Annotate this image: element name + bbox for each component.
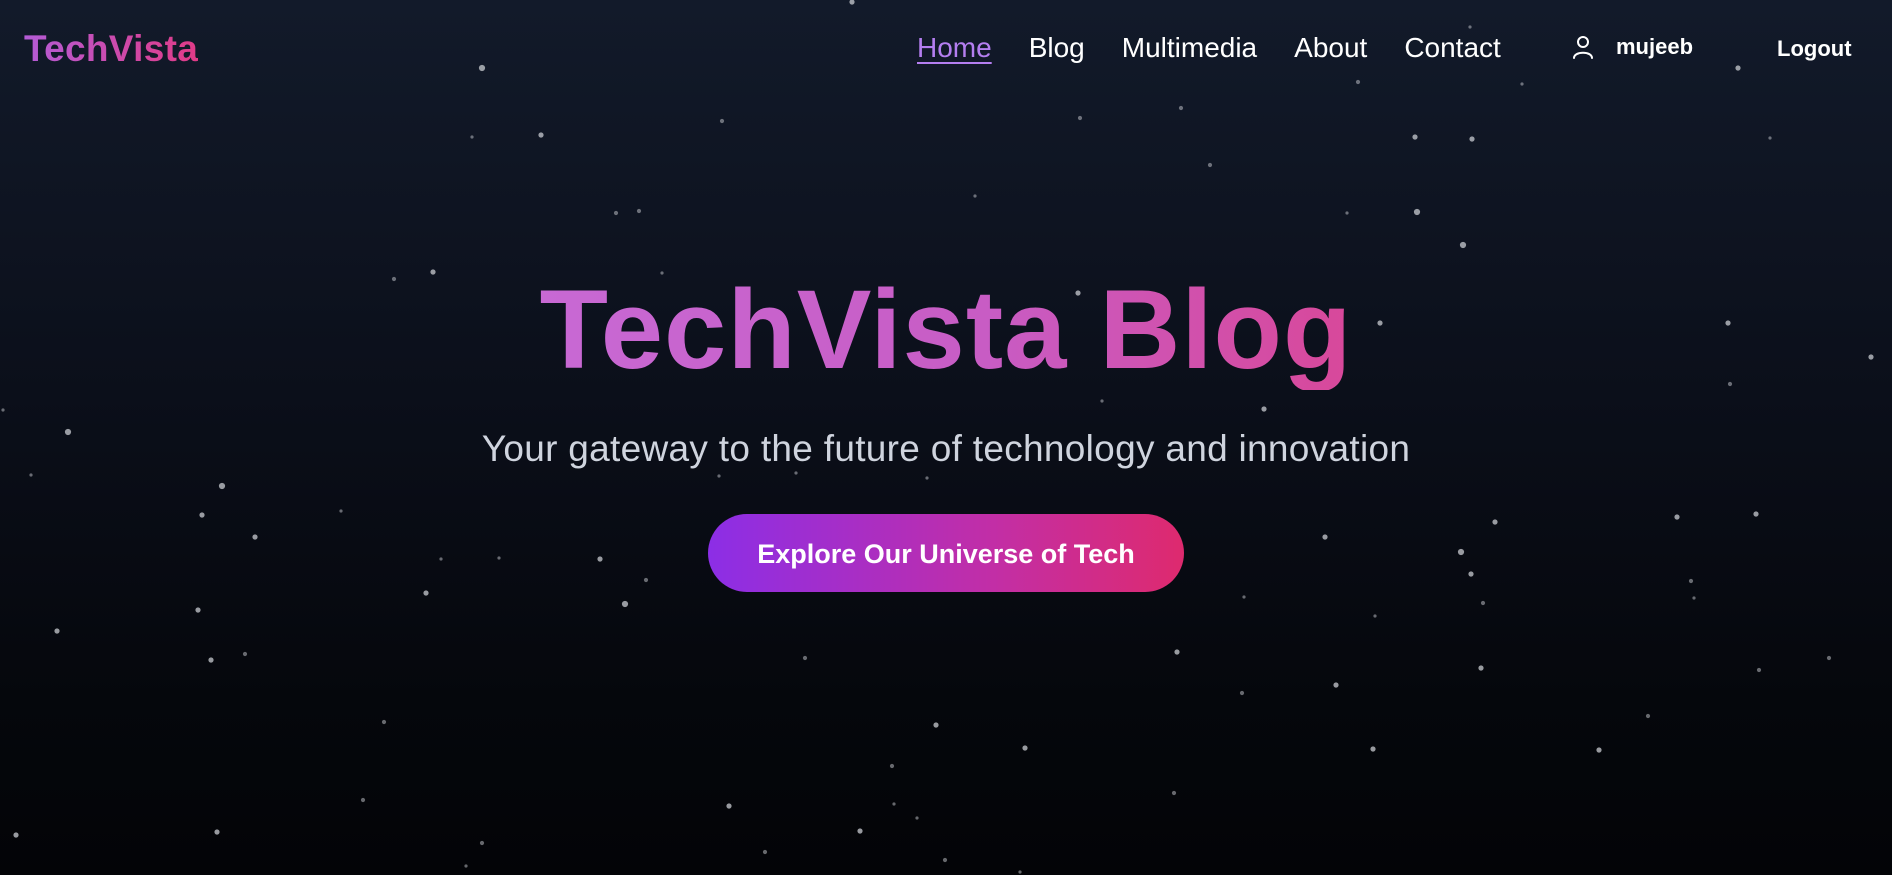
star	[1756, 667, 1762, 673]
star	[1022, 745, 1028, 751]
star	[1412, 134, 1418, 140]
star	[1645, 713, 1651, 719]
star	[892, 802, 896, 806]
logo[interactable]: TechVista	[24, 28, 198, 70]
star	[1373, 614, 1377, 618]
star	[762, 849, 768, 855]
hero-subtitle: Your gateway to the future of technology…	[481, 428, 1411, 469]
star	[360, 797, 366, 803]
star	[933, 722, 939, 728]
star	[726, 803, 732, 809]
star	[1768, 136, 1772, 140]
star	[195, 607, 201, 613]
star	[973, 194, 977, 198]
star	[1077, 115, 1083, 121]
star	[1345, 211, 1349, 215]
star	[1018, 870, 1022, 874]
nav-link-blog[interactable]: Blog	[1029, 31, 1085, 65]
star	[719, 118, 725, 124]
explore-button[interactable]: Explore Our Universe of Tech	[708, 514, 1184, 592]
star	[889, 763, 895, 769]
nav-links: Home Blog Multimedia About Contact	[917, 31, 1501, 65]
star	[1596, 747, 1602, 753]
star	[208, 657, 214, 663]
logout-button[interactable]: Logout	[1777, 36, 1852, 62]
star	[621, 600, 629, 608]
star	[1413, 208, 1421, 216]
star	[13, 832, 19, 838]
star	[1242, 595, 1246, 599]
star	[942, 857, 948, 863]
user-menu[interactable]: mujeeb	[1572, 34, 1693, 60]
navbar: TechVista Home Blog Multimedia About Con…	[0, 0, 1892, 98]
star	[1370, 746, 1376, 752]
star	[915, 816, 919, 820]
star	[613, 210, 619, 216]
star	[54, 628, 60, 634]
star	[636, 208, 642, 214]
username: mujeeb	[1616, 34, 1694, 59]
star	[857, 828, 863, 834]
nav-link-home[interactable]: Home	[917, 31, 992, 65]
hero-section: TechVista Blog Your gateway to the futur…	[0, 270, 1892, 592]
hero-title: TechVista Blog	[539, 267, 1353, 392]
nav-link-about[interactable]: About	[1294, 31, 1367, 65]
star	[1178, 105, 1184, 111]
nav-link-contact[interactable]: Contact	[1404, 31, 1501, 65]
star	[464, 864, 468, 868]
star	[1239, 690, 1245, 696]
star	[1174, 649, 1180, 655]
star	[538, 132, 544, 138]
star	[1478, 665, 1484, 671]
star	[1480, 600, 1486, 606]
star	[1171, 790, 1177, 796]
star	[1826, 655, 1832, 661]
nav-link-multimedia[interactable]: Multimedia	[1122, 31, 1257, 65]
star	[1469, 136, 1475, 142]
star	[214, 829, 220, 835]
star	[1333, 682, 1339, 688]
star	[381, 719, 387, 725]
user-icon	[1572, 34, 1594, 60]
star	[802, 655, 808, 661]
star	[1459, 241, 1467, 249]
star	[479, 840, 485, 846]
star	[1207, 162, 1213, 168]
star	[242, 651, 248, 657]
star	[1692, 596, 1696, 600]
star	[470, 135, 474, 139]
